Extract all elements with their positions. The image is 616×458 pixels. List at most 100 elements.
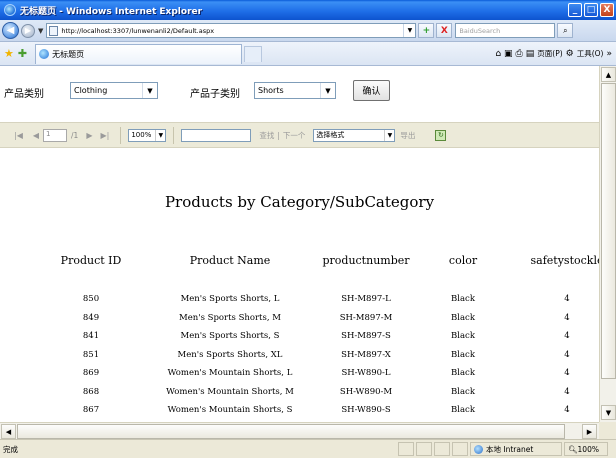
minimize-button[interactable]: _ xyxy=(568,3,582,17)
find-link[interactable]: 查找 xyxy=(259,130,274,141)
cell-product-name: Women's Mountain Shorts, M xyxy=(166,386,294,397)
scroll-right-icon[interactable]: ▶ xyxy=(582,424,597,439)
subcategory-value: Shorts xyxy=(258,86,284,95)
find-separator: | xyxy=(277,130,280,140)
scroll-down-icon[interactable]: ▼ xyxy=(601,405,616,420)
cell-product-number: SH-W890-L xyxy=(341,368,391,378)
cell-product-name: Men's Sports Shorts, M xyxy=(179,312,281,323)
subcategory-select[interactable]: Shorts ▼ xyxy=(254,82,336,99)
page-content: 产品类别 Clothing ▼ 产品子类别 Shorts ▼ 确认 |◀ ◀ 1… xyxy=(0,66,599,422)
chevron-more-icon[interactable]: » xyxy=(606,49,612,59)
export-link[interactable]: 导出 xyxy=(400,130,415,141)
search-icon[interactable]: ⌕ xyxy=(557,23,574,38)
cell-product-number: SH-M897-S xyxy=(341,331,391,341)
cell-product-id: 849 xyxy=(82,312,100,323)
scroll-thumb[interactable] xyxy=(601,83,616,379)
column-header-product-number: productnumber xyxy=(322,254,410,267)
stop-button[interactable]: X xyxy=(436,23,453,38)
cell-safety-stock: 4 xyxy=(564,331,570,341)
tab-active[interactable]: 无标题页 xyxy=(35,43,243,64)
status-text: 完成 xyxy=(3,444,18,454)
status-bar: 完成 本地 Intranet 🔍︎ 100% xyxy=(0,439,616,458)
cell-product-name: Women's Mountain Shorts, S xyxy=(167,405,293,415)
confirm-button[interactable]: 确认 xyxy=(353,80,390,101)
cell-product-number: SH-W890-S xyxy=(341,405,391,415)
cell-product-id: 867 xyxy=(82,405,100,415)
cell-product-id: 851 xyxy=(82,349,100,360)
print-icon[interactable]: ⎙ xyxy=(516,49,523,59)
cell-safety-stock: 4 xyxy=(564,294,570,304)
chevron-down-icon[interactable]: ▼ xyxy=(155,129,165,141)
security-zone[interactable]: 本地 Intranet xyxy=(470,442,562,456)
add-favorites-icon[interactable]: ✚ xyxy=(18,47,27,60)
status-cell xyxy=(416,442,432,456)
address-dropdown-icon[interactable]: ▼ xyxy=(403,24,415,37)
window-title: 无标题页 - Windows Internet Explorer xyxy=(20,6,203,17)
refresh-report-icon[interactable]: ↻ xyxy=(435,129,447,141)
chevron-down-icon[interactable]: ▼ xyxy=(320,83,335,98)
new-tab-button[interactable] xyxy=(244,45,263,62)
find-next-link[interactable]: 下一个 xyxy=(283,130,306,141)
tools-menu[interactable]: 工具(O) xyxy=(577,48,604,59)
chevron-down-icon[interactable]: ▼ xyxy=(384,129,394,141)
tools-gear-icon: ⚙ xyxy=(565,48,574,59)
recent-pages-dropdown-icon[interactable]: ▼ xyxy=(38,27,43,35)
refresh-button[interactable]: + xyxy=(418,23,435,38)
page-total: /1 xyxy=(71,130,79,140)
cell-safety-stock: 4 xyxy=(564,312,570,323)
favorites-star-icon[interactable]: ★ xyxy=(4,47,14,60)
cell-color: Black xyxy=(451,331,475,341)
zoom-level: 100% xyxy=(577,444,599,454)
last-page-button[interactable]: ▶| xyxy=(100,131,109,140)
hscroll-thumb[interactable] xyxy=(17,424,565,439)
cell-product-name: Women's Mountain Shorts, L xyxy=(167,368,293,378)
first-page-button[interactable]: |◀ xyxy=(14,131,23,140)
cell-color: Black xyxy=(451,349,475,360)
prev-page-button[interactable]: ◀ xyxy=(33,131,39,140)
search-input[interactable]: BaiduSearch xyxy=(455,23,556,38)
cell-color: Black xyxy=(451,405,475,415)
cell-product-number: SH-M897-M xyxy=(339,312,393,323)
scroll-up-icon[interactable]: ▲ xyxy=(601,67,616,82)
zoom-status[interactable]: 🔍︎ 100% xyxy=(564,442,608,456)
close-button[interactable]: X xyxy=(600,3,614,17)
cell-product-id: 868 xyxy=(82,386,100,397)
next-page-button[interactable]: ▶ xyxy=(86,131,92,140)
maximize-button[interactable]: □ xyxy=(584,3,598,17)
cell-product-number: SH-W890-M xyxy=(339,386,393,397)
home-icon[interactable]: ⌂ xyxy=(495,49,501,59)
filter-row: 产品类别 Clothing ▼ 产品子类别 Shorts ▼ 确认 xyxy=(0,80,599,102)
tab-label: 无标题页 xyxy=(52,49,85,59)
cell-color: Black xyxy=(451,368,475,378)
back-button[interactable]: ◀ xyxy=(2,22,19,39)
cell-product-number: SH-M897-L xyxy=(341,294,391,304)
cell-product-id: 869 xyxy=(82,368,100,378)
url-text[interactable]: http://localhost:3307/lunwenanli2/Defaul… xyxy=(61,27,403,35)
export-format-select[interactable]: 选择格式 ▼ xyxy=(313,128,396,142)
report-title: Products by Category/SubCategory xyxy=(164,193,435,211)
magnifier-icon: 🔍︎ xyxy=(568,444,578,454)
find-input[interactable] xyxy=(181,128,252,142)
command-bar: ⌂ ▣ ⎙ ▤ 页面(P) ⚙ 工具(O) » xyxy=(495,48,616,59)
forward-button[interactable]: ▶ xyxy=(21,23,35,38)
window-titlebar: 无标题页 - Windows Internet Explorer _ □ X xyxy=(0,0,616,20)
zoom-select[interactable]: 100% ▼ xyxy=(128,128,167,142)
cell-color: Black xyxy=(451,294,475,304)
category-value: Clothing xyxy=(74,86,108,95)
status-cell xyxy=(434,442,450,456)
cell-product-name: Men's Sports Shorts, XL xyxy=(177,349,283,360)
ie-icon xyxy=(4,4,16,16)
category-select[interactable]: Clothing ▼ xyxy=(70,82,158,99)
page-menu[interactable]: 页面(P) xyxy=(537,48,562,59)
feeds-icon[interactable]: ▣ xyxy=(504,49,513,59)
cell-safety-stock: 4 xyxy=(564,405,570,415)
page-number-input[interactable]: 1 xyxy=(43,128,68,142)
scroll-left-icon[interactable]: ◀ xyxy=(1,424,16,439)
chevron-down-icon[interactable]: ▼ xyxy=(142,83,157,98)
vertical-scrollbar[interactable]: ▲ ▼ xyxy=(599,66,616,422)
zoom-value: 100% xyxy=(131,131,152,139)
address-field[interactable]: http://localhost:3307/lunwenanli2/Defaul… xyxy=(46,23,417,38)
cell-product-name: Men's Sports Shorts, L xyxy=(180,294,280,304)
column-header-color: color xyxy=(448,254,478,267)
horizontal-scrollbar[interactable]: ◀ ▶ xyxy=(0,422,599,439)
